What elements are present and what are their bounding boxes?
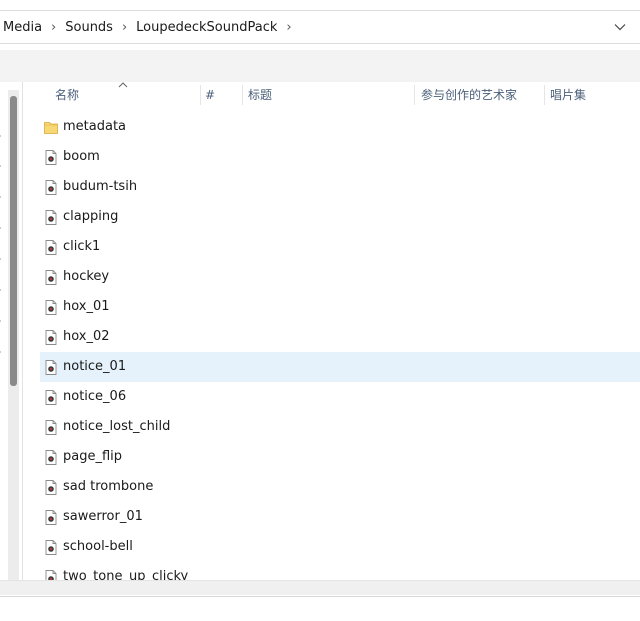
chevron-down-icon[interactable] (614, 21, 626, 33)
file-row[interactable]: notice_lost_child (40, 412, 640, 442)
file-name: hox_01 (63, 299, 110, 314)
file-row[interactable]: hockey (40, 262, 640, 292)
column-header-title[interactable]: 标题 (248, 82, 413, 108)
file-row[interactable]: click1 (40, 232, 640, 262)
column-header-album[interactable]: 唱片集 (550, 82, 630, 108)
file-name: hox_02 (63, 329, 110, 344)
expand-arrow-icon[interactable] (0, 348, 5, 356)
file-name: sawerror_01 (63, 509, 143, 524)
file-name: boom (63, 149, 100, 164)
horizontal-scrollbar[interactable] (0, 580, 640, 595)
file-row[interactable]: school-bell (40, 532, 640, 562)
file-name: page_flip (63, 449, 123, 464)
file-row[interactable]: sawerror_01 (40, 502, 640, 532)
audio-file-icon (45, 540, 57, 555)
audio-file-icon (45, 210, 57, 225)
file-name: notice_01 (63, 359, 127, 374)
file-row[interactable]: budum-tsih (40, 172, 640, 202)
file-name: two_tone_up_clicky (63, 569, 189, 580)
audio-file-icon (45, 240, 57, 255)
file-row[interactable]: two_tone_up_clicky (40, 562, 640, 580)
audio-file-icon (45, 420, 57, 435)
address-bar[interactable]: Media › Sounds › LoupedeckSoundPack › (0, 10, 640, 44)
breadcrumb-item-loupedeck-sound-pack[interactable]: LoupedeckSoundPack (136, 20, 277, 35)
audio-file-icon (45, 180, 57, 195)
column-header-contributing-artists[interactable]: 参与创作的艺术家 (421, 82, 543, 108)
nav-scrollbar[interactable] (8, 90, 19, 580)
audio-file-icon (45, 510, 57, 525)
breadcrumb-separator-icon[interactable]: › (286, 20, 291, 35)
expand-arrow-icon[interactable] (0, 132, 5, 140)
audio-file-icon (45, 450, 57, 465)
audio-file-icon (45, 150, 57, 165)
file-name: click1 (63, 239, 101, 254)
file-name: notice_06 (63, 389, 127, 404)
file-row[interactable]: notice_01 (40, 352, 640, 382)
column-divider[interactable] (200, 85, 201, 105)
breadcrumb-separator-icon[interactable]: › (51, 20, 56, 35)
column-header-number[interactable]: # (205, 82, 241, 108)
breadcrumb-separator-icon[interactable]: › (122, 20, 127, 35)
nav-scrollbar-thumb[interactable] (10, 96, 17, 386)
file-row[interactable]: clapping (40, 202, 640, 232)
file-row[interactable]: metadata (40, 112, 640, 142)
column-divider[interactable] (414, 85, 415, 105)
file-row[interactable]: hox_01 (40, 292, 640, 322)
file-name: budum-tsih (63, 179, 138, 194)
column-header-row: 名称 # 标题 参与创作的艺术家 唱片集 (23, 82, 640, 108)
file-name: clapping (63, 209, 119, 224)
expand-arrow-icon[interactable] (0, 255, 5, 263)
expand-arrow-icon[interactable] (0, 286, 5, 294)
audio-file-icon (45, 390, 57, 405)
breadcrumb-item-media[interactable]: Media (3, 20, 42, 35)
file-name: metadata (63, 119, 127, 134)
column-divider[interactable] (242, 85, 243, 105)
file-name: notice_lost_child (63, 419, 171, 434)
file-list[interactable]: metadata boom budum-tsih clapping click1 hock… (40, 112, 640, 580)
folder-icon (44, 122, 58, 134)
file-row[interactable]: notice_06 (40, 382, 640, 412)
file-row[interactable]: page_flip (40, 442, 640, 472)
audio-file-icon (45, 270, 57, 285)
audio-file-icon (45, 480, 57, 495)
command-toolbar (0, 50, 640, 82)
breadcrumb: Media › Sounds › LoupedeckSoundPack › (3, 11, 301, 43)
expand-arrow-icon[interactable] (0, 224, 5, 232)
navigation-pane[interactable] (0, 90, 22, 580)
status-bar (0, 596, 640, 621)
expand-arrow-icon[interactable] (0, 317, 5, 325)
file-row[interactable]: hox_02 (40, 322, 640, 352)
expand-arrow-icon[interactable] (0, 193, 5, 201)
file-name: school-bell (63, 539, 133, 554)
file-row[interactable]: boom (40, 142, 640, 172)
breadcrumb-item-sounds[interactable]: Sounds (65, 20, 113, 35)
audio-file-icon (45, 330, 57, 345)
audio-file-icon (45, 360, 57, 375)
audio-file-icon (45, 300, 57, 315)
pane-divider[interactable] (22, 82, 23, 580)
file-name: hockey (63, 269, 110, 284)
file-name: sad trombone (63, 479, 154, 494)
column-divider[interactable] (544, 85, 545, 105)
file-row[interactable]: sad trombone (40, 472, 640, 502)
column-header-name[interactable]: 名称 (55, 82, 200, 108)
audio-file-icon (45, 570, 57, 580)
expand-arrow-icon[interactable] (0, 162, 5, 170)
